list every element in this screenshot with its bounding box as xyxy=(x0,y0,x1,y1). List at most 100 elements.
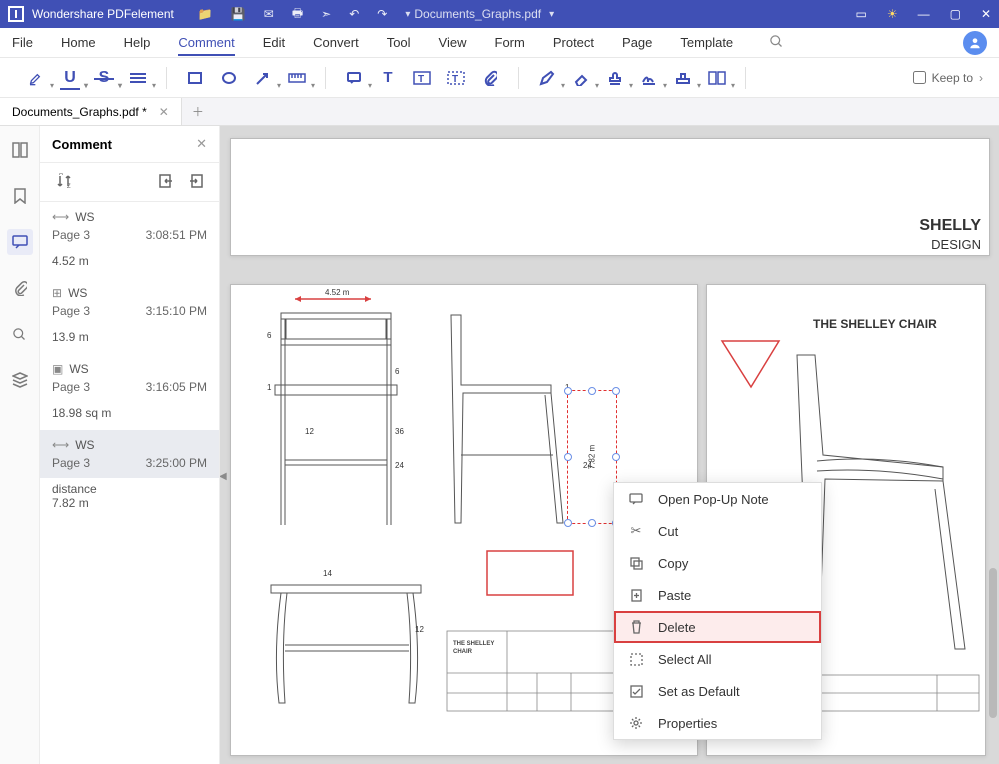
menu-template[interactable]: Template xyxy=(680,35,733,50)
underline-tool-icon[interactable]: U xyxy=(60,68,80,88)
comments-icon[interactable] xyxy=(7,229,33,255)
document-canvas[interactable]: ◀ SHELLY DESIGN xyxy=(220,126,999,764)
svg-text:THE SHELLEY: THE SHELLEY xyxy=(453,641,494,647)
ctx-paste[interactable]: Paste xyxy=(614,579,821,611)
ctx-properties[interactable]: Properties xyxy=(614,707,821,739)
attachments-icon[interactable] xyxy=(10,278,30,298)
arrow-tool-icon[interactable] xyxy=(253,68,273,88)
mail-icon[interactable]: ✉ xyxy=(264,7,274,21)
ctx-cut[interactable]: ✂Cut xyxy=(614,515,821,547)
select-all-icon xyxy=(628,651,644,667)
comment-note: 18.98 sq m xyxy=(40,402,219,430)
import-icon[interactable] xyxy=(159,174,173,188)
pencil-tool-icon[interactable] xyxy=(537,68,557,88)
ctx-select-all[interactable]: Select All xyxy=(614,643,821,675)
print-icon[interactable]: 🖶 xyxy=(292,4,303,25)
svg-text:A: A xyxy=(59,173,63,177)
comment-note: 13.9 m xyxy=(40,326,219,354)
measure-icon: ⟷ xyxy=(52,210,69,224)
layers-icon[interactable] xyxy=(10,370,30,390)
menu-help[interactable]: Help xyxy=(124,35,151,50)
document-tab-strip: Documents_Graphs.pdf * ✕ ＋ xyxy=(0,98,999,126)
comment-panel: Comment ✕ AZ ⟷WS Page 33:08:51 PM 4.52 m… xyxy=(40,126,220,764)
thumbnails-icon[interactable] xyxy=(10,140,30,160)
attachment-tool-icon[interactable] xyxy=(480,68,500,88)
share-icon[interactable]: ➣ xyxy=(321,7,331,21)
menu-comment[interactable]: Comment xyxy=(178,35,234,56)
app-logo-icon xyxy=(8,6,24,22)
redo-icon[interactable]: ↷ xyxy=(377,7,387,21)
maximize-button[interactable]: ▢ xyxy=(950,7,961,21)
document-tab-label: Documents_Graphs.pdf * xyxy=(12,105,147,119)
keep-to-checkbox[interactable] xyxy=(913,71,926,84)
export-icon[interactable] xyxy=(189,174,203,188)
menu-convert[interactable]: Convert xyxy=(313,35,359,50)
measure-icon: ⟷ xyxy=(52,438,69,452)
add-tab-icon[interactable]: ＋ xyxy=(182,103,214,120)
ctx-set-default[interactable]: Set as Default xyxy=(614,675,821,707)
comment-item[interactable]: ⟷WS Page 33:25:00 PM xyxy=(40,430,219,478)
distance-tool-icon[interactable] xyxy=(287,68,307,88)
menu-tool[interactable]: Tool xyxy=(387,35,411,50)
feedback-icon[interactable]: ▭ xyxy=(855,7,866,21)
compare-tool-icon[interactable] xyxy=(707,68,727,88)
menu-file[interactable]: File xyxy=(12,35,33,50)
collapse-panel-icon[interactable]: ◀ xyxy=(220,471,227,482)
check-icon xyxy=(628,683,644,699)
close-panel-icon[interactable]: ✕ xyxy=(196,136,207,152)
sort-icon[interactable]: AZ xyxy=(56,173,72,189)
ctx-delete[interactable]: Delete xyxy=(614,611,821,643)
eraser-tool-icon[interactable] xyxy=(571,68,591,88)
svg-text:T: T xyxy=(452,74,458,85)
user-avatar[interactable] xyxy=(963,31,987,55)
undo-icon[interactable]: ↶ xyxy=(349,7,359,21)
ctx-open-popup[interactable]: Open Pop-Up Note xyxy=(614,483,821,515)
close-button[interactable]: ✕ xyxy=(981,7,991,21)
text-tool-icon[interactable]: T xyxy=(378,68,398,88)
textbox-tool-icon[interactable]: T xyxy=(412,68,432,88)
comment-note: distance 7.82 m xyxy=(40,478,219,520)
ctx-copy[interactable]: Copy xyxy=(614,547,821,579)
strikethrough-tool-icon[interactable]: S xyxy=(94,68,114,88)
scissors-icon: ✂ xyxy=(628,523,644,539)
open-folder-icon[interactable]: 📁 xyxy=(198,7,213,21)
copy-icon xyxy=(628,555,644,571)
keep-to-toggle[interactable]: Keep to › xyxy=(913,71,983,85)
panel-search-icon[interactable] xyxy=(10,324,30,344)
measurement-selection[interactable]: 7.82 m xyxy=(567,390,617,524)
minimize-button[interactable]: — xyxy=(918,7,930,21)
document-tab[interactable]: Documents_Graphs.pdf * ✕ xyxy=(0,98,182,125)
comment-item[interactable]: ⊞WS Page 33:15:10 PM xyxy=(40,278,219,326)
comment-item[interactable]: ⟷WS Page 33:08:51 PM xyxy=(40,202,219,250)
callout-tool-icon[interactable]: T xyxy=(446,68,466,88)
svg-text:CHAIR: CHAIR xyxy=(453,649,473,655)
menu-page[interactable]: Page xyxy=(622,35,652,50)
menu-protect[interactable]: Protect xyxy=(553,35,594,50)
selection-label: 7.82 m xyxy=(588,445,597,469)
menu-form[interactable]: Form xyxy=(495,35,525,50)
stamp-tool-icon[interactable] xyxy=(605,68,625,88)
vertical-scrollbar[interactable] xyxy=(989,138,997,758)
theme-toggle-icon[interactable]: ☀ xyxy=(887,7,898,21)
save-icon[interactable]: 💾 xyxy=(231,7,246,21)
note-tool-icon[interactable] xyxy=(344,68,364,88)
close-tab-icon[interactable]: ✕ xyxy=(159,105,169,119)
menu-home[interactable]: Home xyxy=(61,35,96,50)
oval-tool-icon[interactable] xyxy=(219,68,239,88)
comment-panel-title: Comment xyxy=(52,137,112,152)
menu-edit[interactable]: Edit xyxy=(263,35,285,50)
signature-tool-icon[interactable] xyxy=(639,68,659,88)
document-pill-label: Documents_Graphs.pdf xyxy=(414,7,541,21)
document-pill[interactable]: ▾ Documents_Graphs.pdf ▾ xyxy=(405,7,554,21)
bookmark-icon[interactable] xyxy=(10,186,30,206)
list-tool-icon[interactable] xyxy=(128,68,148,88)
stamp2-tool-icon[interactable] xyxy=(673,68,693,88)
page-header: SHELLY DESIGN xyxy=(230,138,990,256)
menu-view[interactable]: View xyxy=(439,35,467,50)
rectangle-tool-icon[interactable] xyxy=(185,68,205,88)
menu-search-icon[interactable] xyxy=(769,34,784,52)
note-icon xyxy=(628,491,644,507)
highlight-tool-icon[interactable] xyxy=(26,68,46,88)
comment-note: 4.52 m xyxy=(40,250,219,278)
comment-item[interactable]: ▣WS Page 33:16:05 PM xyxy=(40,354,219,402)
